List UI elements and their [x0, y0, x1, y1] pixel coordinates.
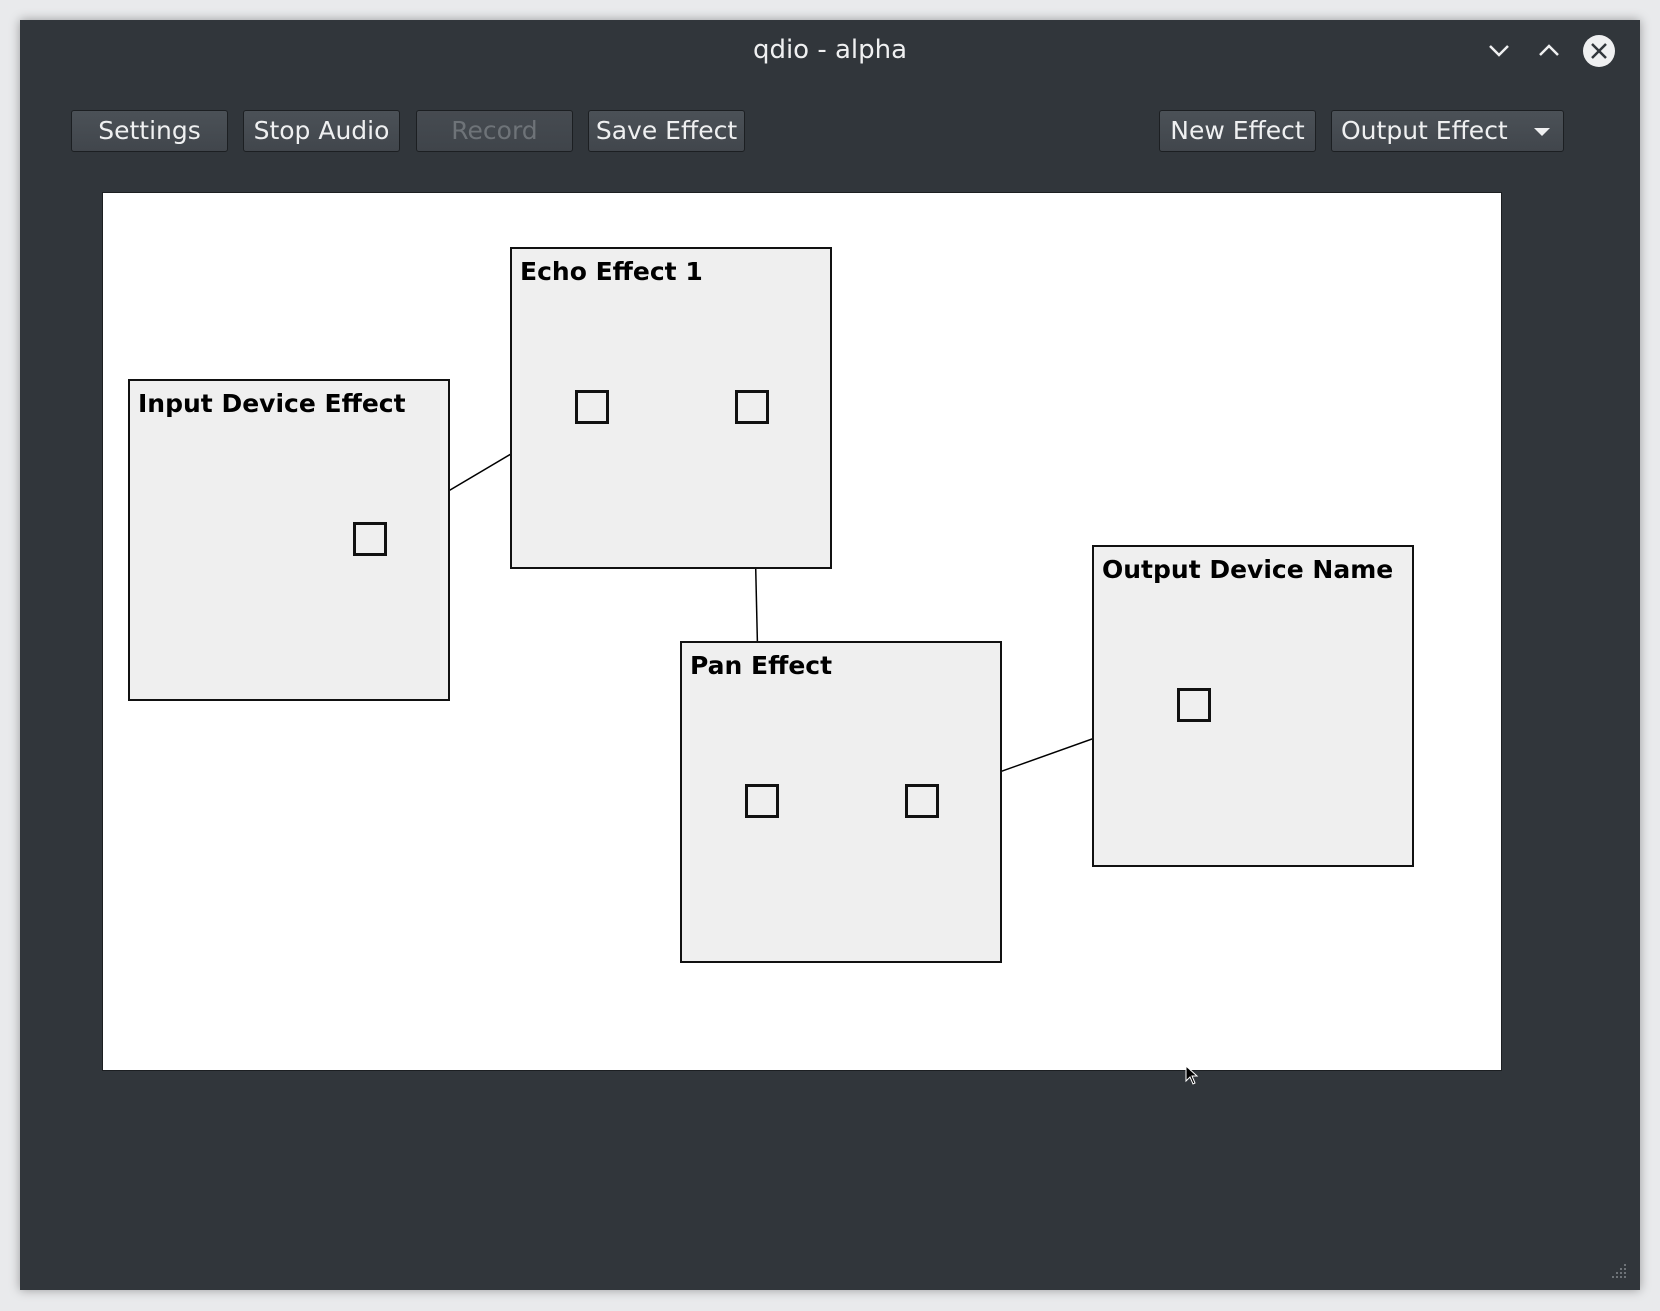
save-effect-button[interactable]: Save Effect: [588, 110, 745, 152]
node-title: Pan Effect: [690, 651, 833, 680]
output-port[interactable]: [353, 522, 387, 556]
input-port[interactable]: [1177, 688, 1211, 722]
output-port[interactable]: [905, 784, 939, 818]
effect-graph-canvas[interactable]: Input Device Effect Echo Effect 1 Pan Ef…: [102, 192, 1502, 1085]
close-icon[interactable]: [1582, 34, 1616, 68]
settings-button[interactable]: Settings: [71, 110, 228, 152]
dropdown-arrow-icon: [1534, 128, 1550, 136]
window-title: qdio - alpha: [752, 35, 908, 65]
node-echo-effect[interactable]: Echo Effect 1: [510, 247, 832, 569]
maximize-icon[interactable]: [1532, 34, 1566, 68]
node-title: Input Device Effect: [138, 389, 406, 418]
resize-grip-icon[interactable]: [1606, 1258, 1628, 1280]
output-port[interactable]: [735, 390, 769, 424]
input-port[interactable]: [575, 390, 609, 424]
effect-type-selected-value: Output Effect: [1341, 116, 1508, 145]
new-effect-button[interactable]: New Effect: [1159, 110, 1316, 152]
app-window: qdio - alpha Settings Stop Audio Record …: [20, 20, 1640, 1290]
node-title: Echo Effect 1: [520, 257, 703, 286]
node-input-device[interactable]: Input Device Effect: [128, 379, 450, 701]
stop-audio-button[interactable]: Stop Audio: [243, 110, 400, 152]
mouse-cursor-icon: [1185, 1065, 1199, 1085]
node-output-device[interactable]: Output Device Name: [1092, 545, 1414, 867]
node-title: Output Device Name: [1102, 555, 1394, 584]
record-button[interactable]: Record: [416, 110, 573, 152]
minimize-icon[interactable]: [1482, 34, 1516, 68]
title-bar[interactable]: qdio - alpha: [20, 20, 1640, 84]
input-port[interactable]: [745, 784, 779, 818]
effect-type-select[interactable]: Output Effect: [1331, 110, 1564, 152]
node-pan-effect[interactable]: Pan Effect: [680, 641, 1002, 963]
